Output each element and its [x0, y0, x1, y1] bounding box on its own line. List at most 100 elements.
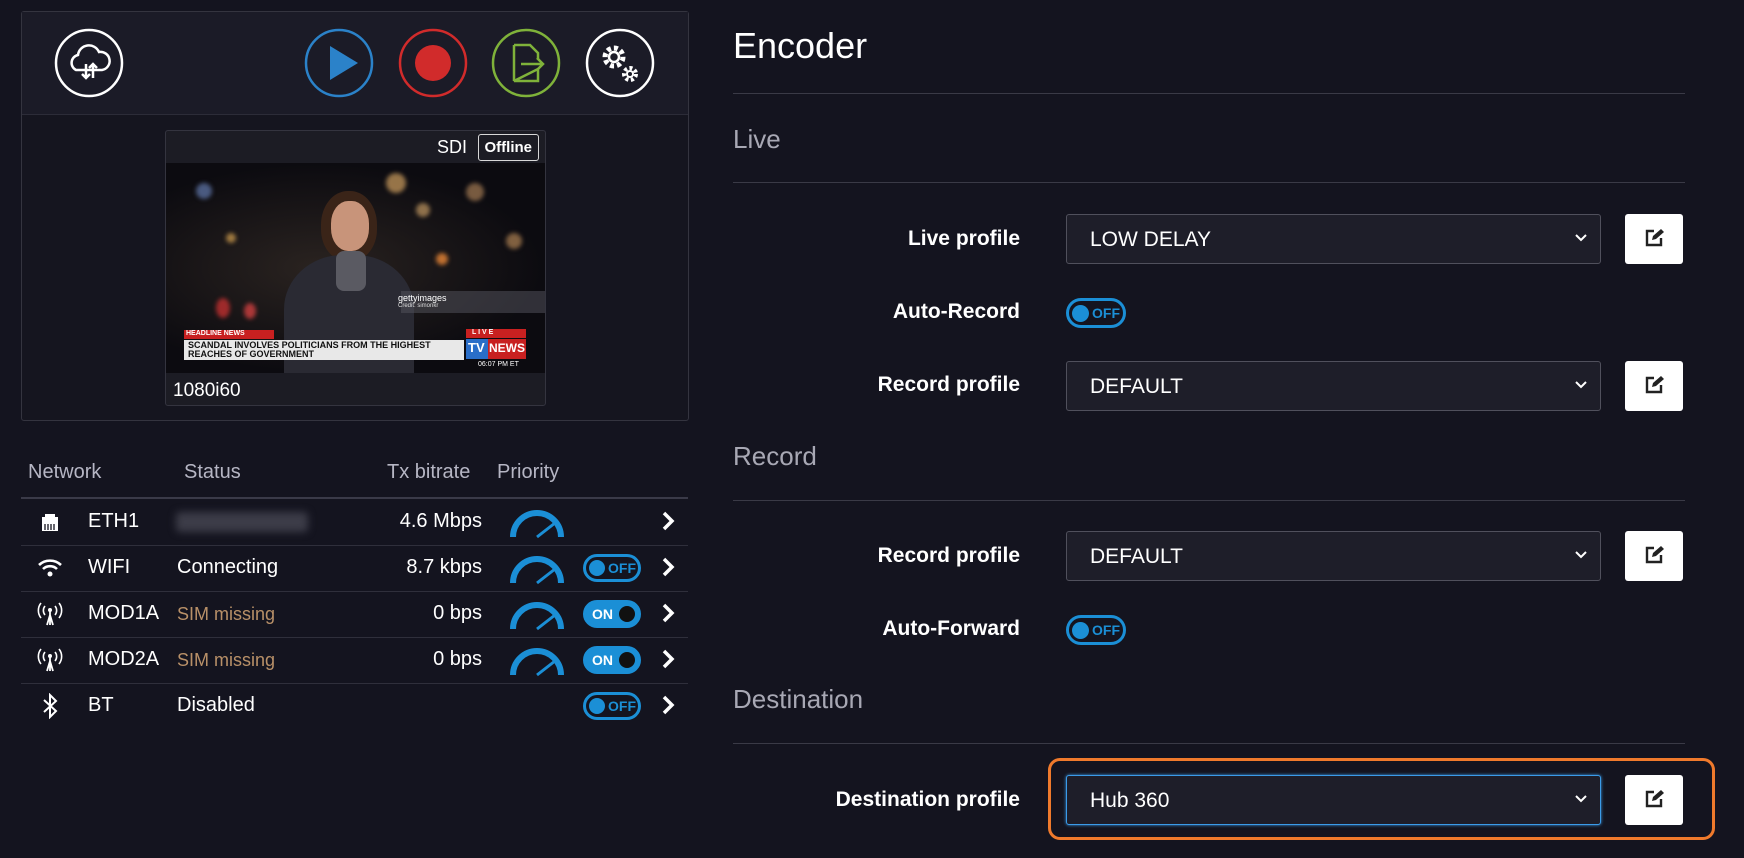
live-tag: L I V E — [472, 329, 494, 336]
edit-icon — [1645, 546, 1664, 564]
network-row-wifi[interactable]: WIFI Connecting 8.7 kbps OFF — [21, 545, 688, 592]
record-profile-label: Record profile — [877, 544, 1020, 567]
live-profile-label: Live profile — [907, 227, 1020, 250]
network-row-bt[interactable]: BT Disabled OFF — [21, 683, 688, 729]
news-tag: HEADLINE NEWS — [186, 330, 245, 337]
network-tx: 8.7 kbps — [406, 556, 482, 578]
edit-icon — [1645, 229, 1664, 247]
news-time: 06:07 PM ET — [478, 361, 519, 368]
status-badge: Offline — [477, 134, 539, 161]
edit-destination-profile-button[interactable] — [1625, 775, 1683, 825]
live-profile-select[interactable]: LOW DELAY — [1066, 214, 1601, 264]
settings-button[interactable] — [585, 28, 655, 98]
network-row-eth1[interactable]: ETH1 4.6 Mbps — [21, 499, 688, 546]
divider — [733, 182, 1685, 183]
chevron-down-icon — [1575, 551, 1587, 559]
network-name: WIFI — [88, 556, 131, 578]
chevron-down-icon — [1575, 795, 1587, 803]
record-button[interactable] — [398, 28, 468, 98]
network-status-redacted — [176, 512, 308, 532]
bt-toggle[interactable]: OFF — [583, 692, 641, 720]
chevron-down-icon — [1575, 234, 1587, 242]
wifi-toggle[interactable]: OFF — [583, 554, 641, 582]
network-tx: 4.6 Mbps — [399, 510, 482, 532]
network-name: BT — [88, 694, 114, 716]
divider — [733, 500, 1685, 501]
resolution-label: 1080i60 — [173, 380, 241, 401]
play-icon — [304, 28, 374, 98]
page-title: Encoder — [733, 25, 868, 66]
section-destination: Destination — [733, 684, 864, 714]
input-label: SDI — [436, 137, 467, 157]
auto-record-toggle[interactable]: OFF — [1066, 298, 1126, 328]
divider — [733, 93, 1685, 94]
network-status: SIM missing — [177, 604, 276, 624]
chevron-right-icon[interactable] — [661, 557, 675, 577]
auto-forward-toggle[interactable]: OFF — [1066, 615, 1126, 645]
antenna-icon — [37, 602, 63, 626]
network-name: MOD2A — [88, 648, 160, 670]
priority-gauge-icon[interactable] — [508, 551, 566, 585]
destination-profile-select[interactable]: Hub 360 — [1066, 775, 1601, 825]
network-row-mod1a[interactable]: MOD1A SIM missing 0 bps ON — [21, 591, 688, 638]
wifi-icon — [38, 559, 62, 577]
export-button[interactable] — [491, 28, 561, 98]
column-tx-bitrate: Tx bitrate — [387, 461, 471, 483]
network-tx: 0 bps — [433, 648, 482, 670]
column-network: Network — [28, 461, 102, 483]
video-preview[interactable]: SDI Offline gettyimages Credit: simonkr … — [165, 130, 546, 406]
cloud-sync-icon — [54, 28, 124, 98]
section-live: Live — [733, 124, 781, 154]
toolbar — [22, 12, 688, 115]
play-button[interactable] — [304, 28, 374, 98]
edit-icon — [1645, 376, 1664, 394]
priority-gauge-icon[interactable] — [508, 643, 566, 677]
edit-live-record-profile-button[interactable] — [1625, 361, 1683, 411]
destination-profile-label: Destination profile — [835, 788, 1020, 811]
priority-gauge-icon[interactable] — [508, 597, 566, 631]
record-icon — [398, 28, 468, 98]
section-record: Record — [733, 441, 817, 471]
live-record-profile-select[interactable]: DEFAULT — [1066, 361, 1601, 411]
auto-record-label: Auto-Record — [892, 300, 1020, 323]
edit-icon — [1645, 790, 1664, 808]
gears-icon — [585, 28, 655, 98]
network-status: Disabled — [177, 694, 255, 716]
cloud-sync-button[interactable] — [54, 28, 124, 98]
chevron-right-icon[interactable] — [661, 511, 675, 531]
reporter-face — [331, 201, 369, 251]
record-profile-select[interactable]: DEFAULT — [1066, 531, 1601, 581]
chevron-right-icon[interactable] — [661, 603, 675, 623]
network-name: MOD1A — [88, 602, 160, 624]
live-record-profile-label: Record profile — [877, 373, 1020, 396]
column-priority: Priority — [497, 461, 560, 483]
news-headline: SCANDAL INVOLVES POLITICIANS FROM THE HI… — [188, 340, 431, 359]
network-row-mod2a[interactable]: MOD2A SIM missing 0 bps ON — [21, 637, 688, 684]
ethernet-icon — [42, 514, 58, 531]
edit-live-profile-button[interactable] — [1625, 214, 1683, 264]
network-tx: 0 bps — [433, 602, 482, 624]
network-status: Connecting — [177, 556, 279, 578]
edit-record-profile-button[interactable] — [1625, 531, 1683, 581]
chevron-right-icon[interactable] — [661, 649, 675, 669]
watermark-credit: Credit: simonkr — [398, 303, 439, 309]
news-logo-news: NEWS — [489, 341, 525, 355]
control-panel: SDI Offline gettyimages Credit: simonkr … — [21, 11, 689, 421]
chevron-right-icon[interactable] — [661, 695, 675, 715]
news-logo-tv: TV — [468, 340, 485, 355]
divider — [733, 743, 1685, 744]
bluetooth-icon — [43, 693, 58, 719]
auto-forward-label: Auto-Forward — [882, 617, 1020, 640]
mod2a-toggle[interactable]: ON — [583, 646, 641, 674]
network-name: ETH1 — [88, 510, 140, 532]
mod1a-toggle[interactable]: ON — [583, 600, 641, 628]
network-status: SIM missing — [177, 650, 276, 670]
export-icon — [491, 28, 561, 98]
chevron-down-icon — [1575, 381, 1587, 389]
antenna-icon — [37, 648, 63, 672]
video-frame: gettyimages Credit: simonkr HEADLINE NEW… — [166, 163, 545, 373]
priority-gauge-icon[interactable] — [508, 505, 566, 539]
watermark-brand: gettyimages — [398, 293, 447, 303]
network-table-header: Network Status Tx bitrate Priority — [21, 455, 688, 499]
preview-header: SDI Offline — [166, 131, 545, 162]
